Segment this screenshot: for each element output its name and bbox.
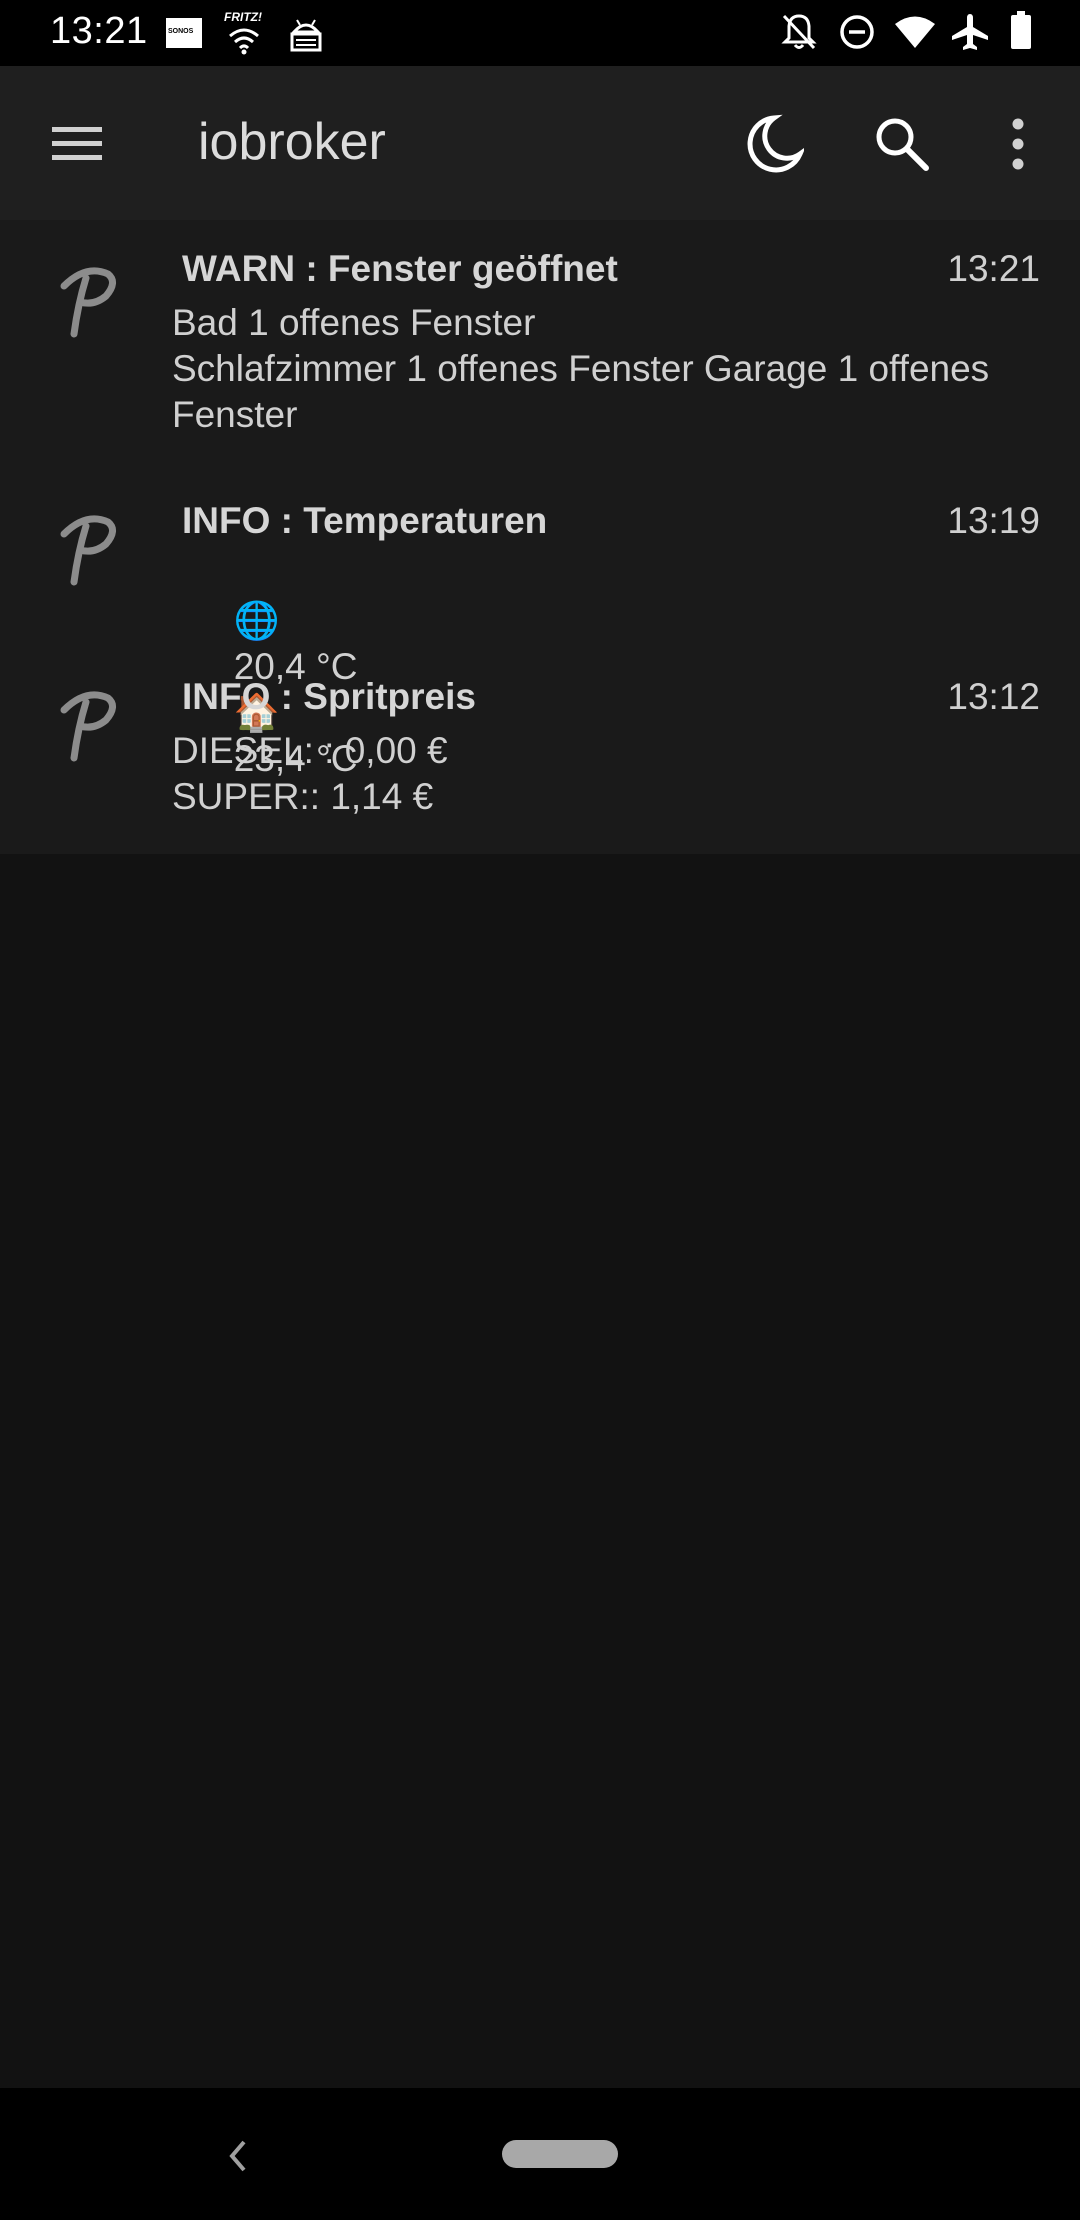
notification-body: DIESEL: : 0,00 € SUPER:: 1,14 €: [172, 730, 448, 817]
fritz-wifi-icon: FRITZ!: [224, 10, 264, 56]
notification-time: 13:19: [947, 500, 1040, 541]
navigation-bar: [0, 2088, 1080, 2220]
do-not-disturb-icon: [838, 13, 876, 56]
notification-time: 13:21: [947, 248, 1040, 289]
p-logo-icon: [56, 512, 122, 592]
sonos-label: SONOS: [168, 28, 194, 35]
hamburger-menu-icon[interactable]: [50, 124, 104, 164]
list-item[interactable]: WARN : Fenster geöffnet 13:21 Bad 1 offe…: [0, 220, 1080, 472]
android-debug-icon: [288, 16, 324, 54]
status-bar: 13:21 SONOS FRITZ!: [0, 0, 1080, 66]
home-pill-icon[interactable]: [502, 2140, 618, 2168]
notification-time: 13:12: [947, 676, 1040, 717]
globe-icon: 🌐: [233, 600, 280, 641]
notification-title: INFO : Temperaturen: [182, 500, 548, 541]
notification-title: INFO : Spritpreis: [182, 676, 476, 717]
moon-icon[interactable]: [744, 114, 806, 174]
notification-list: WARN : Fenster geöffnet 13:21 Bad 1 offe…: [0, 220, 1080, 854]
p-logo-icon: [56, 264, 122, 344]
search-icon[interactable]: [874, 116, 930, 172]
notification-body: Bad 1 offenes Fenster Schlafzimmer 1 off…: [172, 302, 990, 435]
battery-icon: [1010, 11, 1032, 56]
back-chevron-icon[interactable]: [226, 2138, 250, 2174]
sonos-icon: SONOS: [166, 18, 202, 48]
more-vert-icon[interactable]: [1004, 116, 1032, 172]
notification-title: WARN : Fenster geöffnet: [182, 248, 618, 289]
bell-off-icon: [780, 12, 818, 57]
list-item[interactable]: INFO : Spritpreis 13:12 DIESEL: : 0,00 €…: [0, 648, 1080, 854]
app-title: iobroker: [198, 113, 386, 171]
wifi-icon: [894, 15, 936, 54]
list-item[interactable]: INFO : Temperaturen 13:19 🌐 20,4 °C 🏠 23…: [0, 472, 1080, 779]
airplane-icon: [950, 12, 990, 57]
app-bar: iobroker: [0, 66, 1080, 220]
p-logo-icon: [56, 688, 122, 768]
status-time: 13:21: [50, 10, 148, 52]
